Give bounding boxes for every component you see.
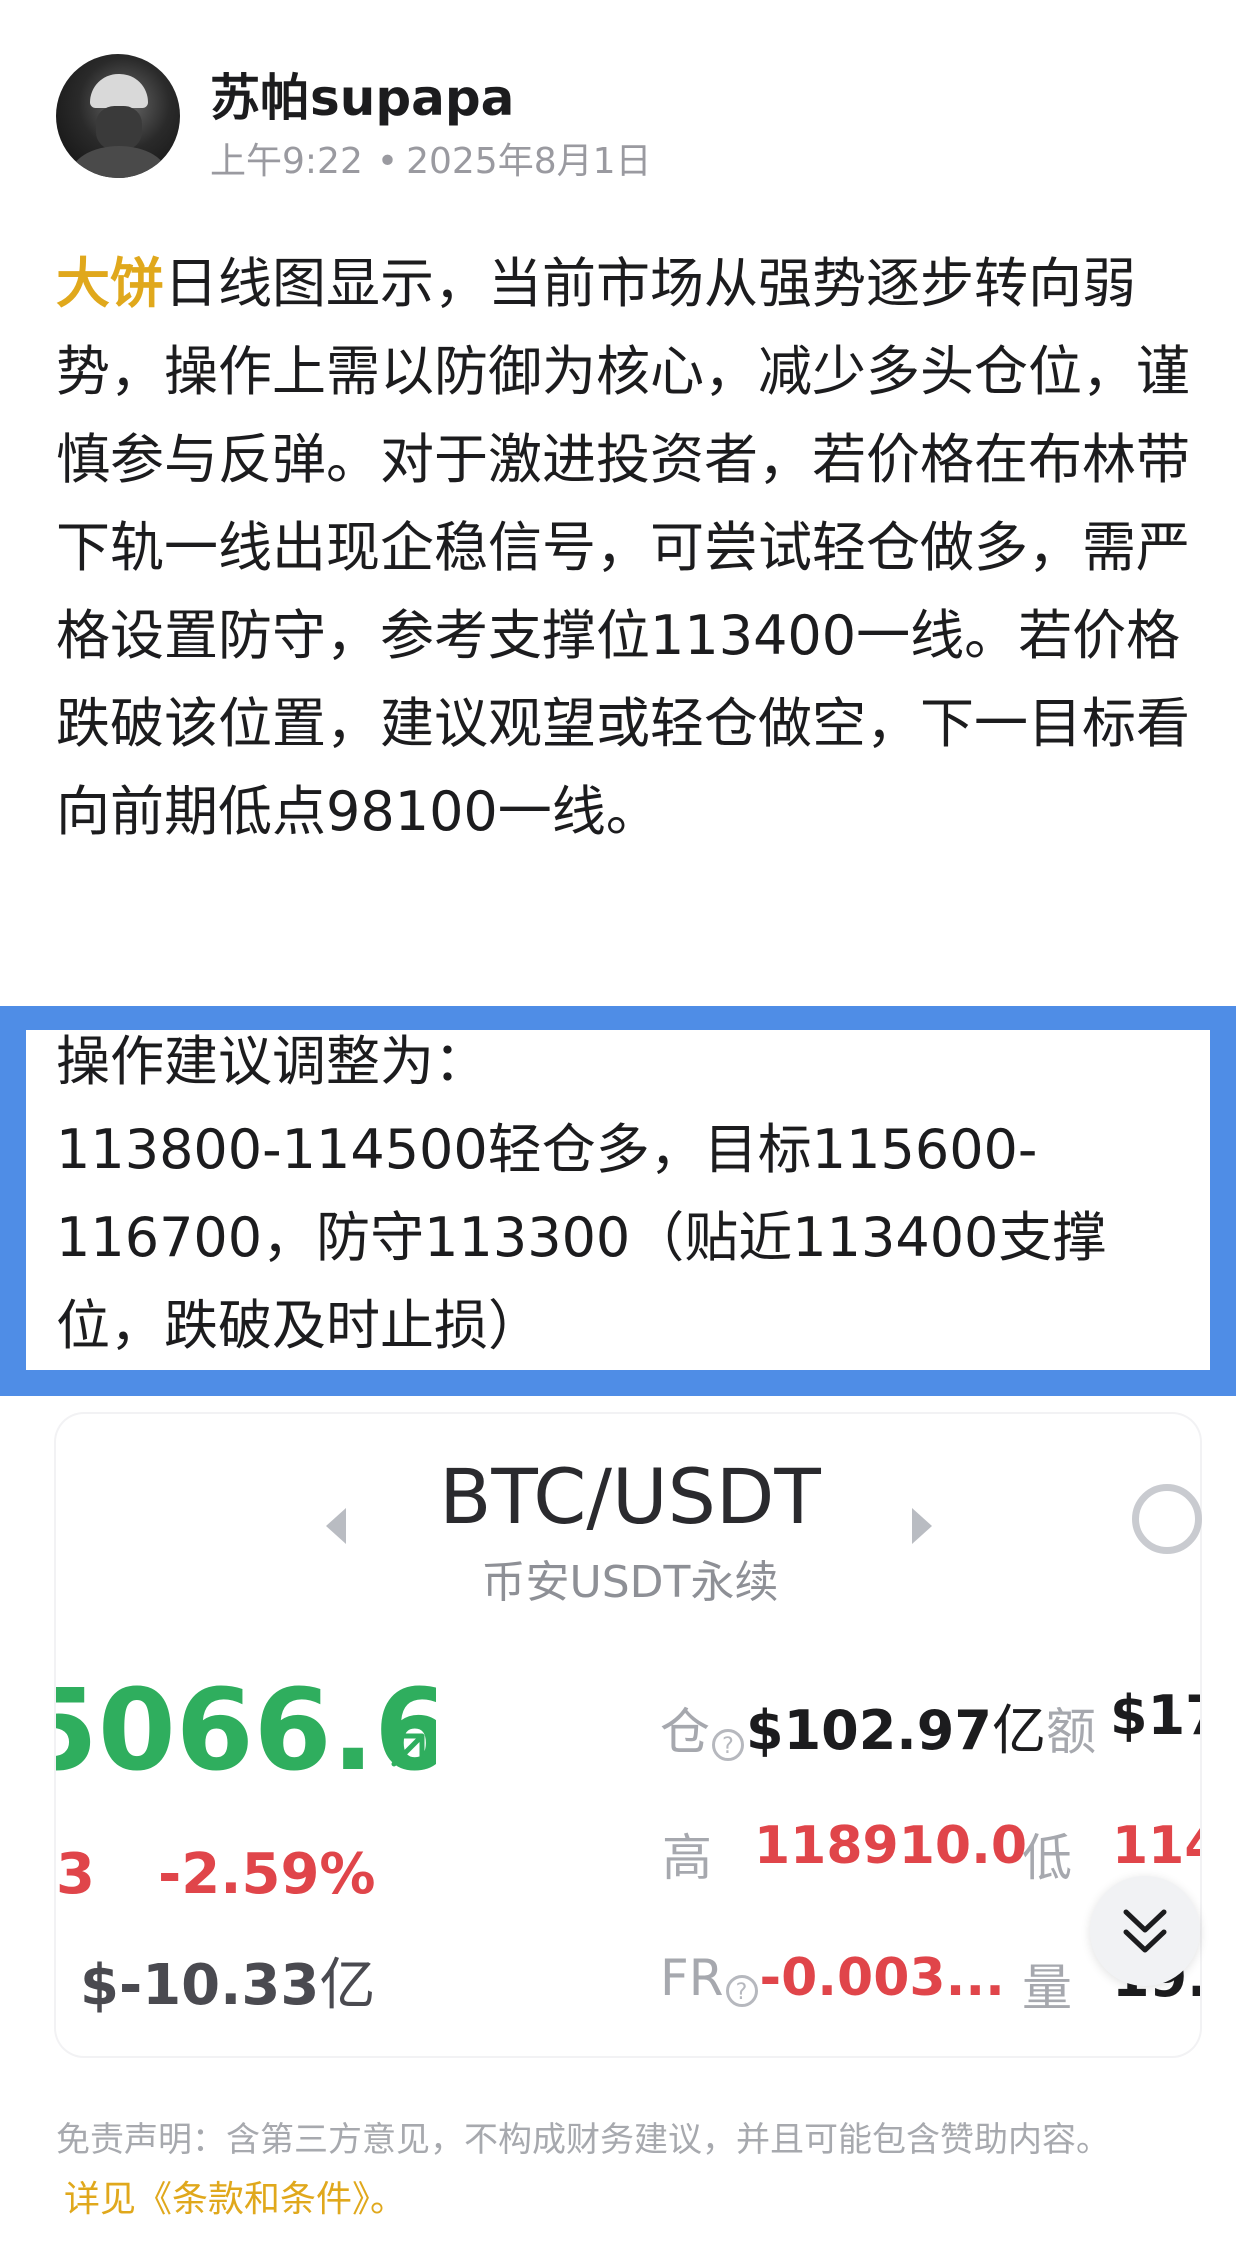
avatar-face [96,106,142,150]
author-name[interactable]: 苏帕supapa [210,58,514,130]
suggestion-heading: 操作建议调整为： [56,1030,488,1093]
next-pair-icon[interactable] [912,1508,932,1544]
double-chevron-down-icon [1123,1909,1167,1953]
volume-amount-value: $17 [1110,1684,1200,1747]
post-body: 大饼日线图显示，当前市场从强势逐步转向弱势，操作上需以防御为核心，减少多头仓位，… [56,240,1206,856]
volume-amount-label: 额 [1045,1703,1096,1761]
open-interest: 仓? $102.97亿额 [660,1686,1096,1765]
meta-separator: • [376,141,399,182]
volume-label: 量 [1022,1959,1072,2017]
open-interest-label: 仓 [660,1703,710,1761]
net-flow-unit: 亿 [319,1953,376,2018]
expand-button[interactable] [1090,1876,1200,1986]
volume-amount: $17 [1110,1684,1200,1754]
price-change-pct: -2.59% [158,1842,376,1907]
coin-tag-link[interactable]: 大饼 [56,252,164,315]
prev-pair-icon[interactable] [326,1508,346,1544]
help-icon[interactable]: ? [712,1728,744,1761]
funding-label: FR [660,1949,724,2007]
last-price-value: 5066.6 [56,1666,436,1796]
low-label: 低 [1022,1829,1072,1887]
arrow-up-right-icon [391,1733,425,1767]
post-meta: 上午9:22 • 2025年8月1日 [210,132,652,184]
post-date: 2025年8月1日 [406,141,652,182]
avatar-body [70,146,168,178]
market-type: 币安USDT永续 [481,1557,779,1608]
funding-value: -0.003... [759,1948,1005,2008]
suggestion-body: 113800-114500轻仓多，目标115600-116700，防守11330… [56,1118,1107,1357]
net-flow-value: $-10.33 [80,1953,320,2018]
post-time: 上午9:22 [210,141,363,182]
avatar-cap [90,74,148,108]
open-interest-unit: 亿 [991,1699,1046,1762]
post-paragraph: 日线图显示，当前市场从强势逐步转向弱势，操作上需以防御为核心，减少多头仓位，谨慎… [56,252,1190,843]
terms-link[interactable]: 详见《条款和条件》。 [64,2170,406,2222]
loading-circle-icon [1132,1484,1202,1554]
high-label: 高 [662,1829,712,1887]
price-change-abs: 3 [56,1842,95,1907]
last-price: 5066.6 [56,1666,436,1796]
open-interest-value: $102.97 [746,1699,992,1762]
funding-rate: FR? -0.003... [660,1948,1005,2008]
net-flow: $-10.33亿 [80,1940,375,2021]
suggestion-text: 操作建议调整为： 113800-114500轻仓多，目标115600-11670… [56,1018,1206,1370]
pair-title: BTC/USDT [439,1452,821,1541]
low-value: 114 [1112,1816,1200,1876]
disclaimer-text: 免责声明：含第三方意见，不构成财务建议，并且可能包含赞助内容。 [56,2120,1110,2160]
author-avatar[interactable] [56,54,180,178]
help-icon[interactable]: ? [725,1974,758,2007]
high-value: 118910.0 [754,1816,1028,1876]
